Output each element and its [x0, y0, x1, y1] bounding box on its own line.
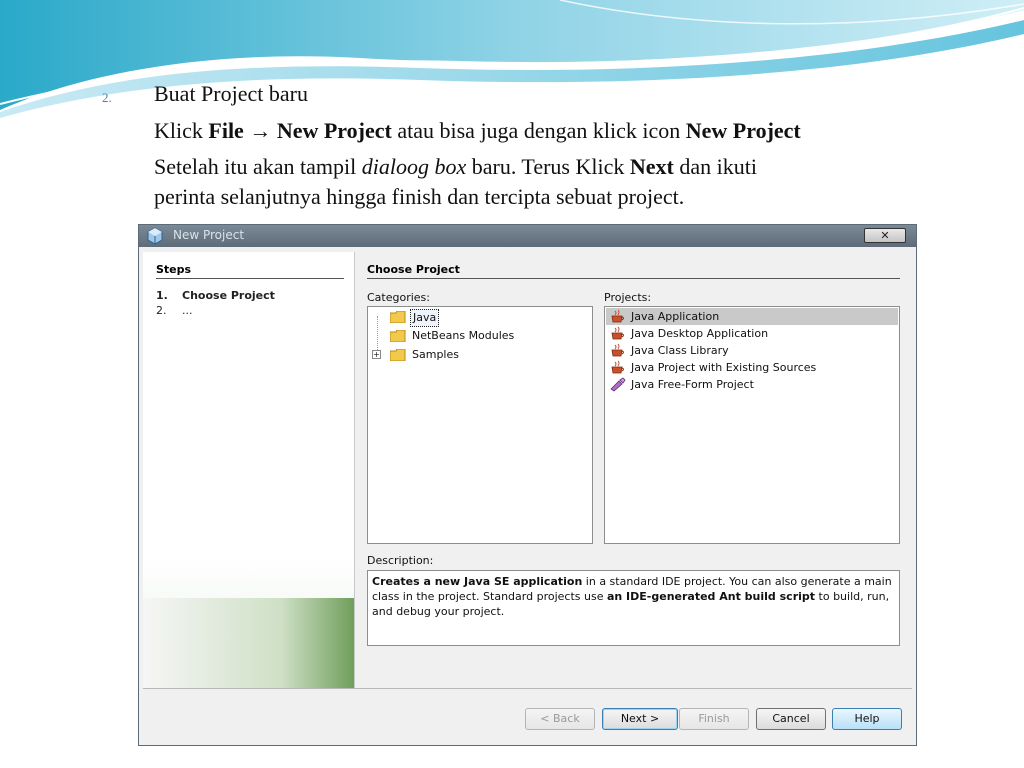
text-dialoog-box: dialoog box [361, 154, 467, 179]
project-item-label: Java Desktop Application [631, 327, 769, 340]
text-setelah: Setelah itu akan tampil [154, 154, 362, 179]
finish-button[interactable]: Finish [679, 708, 749, 730]
slide-line-3: Setelah itu akan tampil dialoog box baru… [154, 153, 757, 181]
slide-line-2: Klick File → New Project atau bisa juga … [154, 117, 801, 145]
text-next: Next [629, 154, 674, 179]
tree-item-label: Samples [412, 348, 459, 361]
project-item-label: Java Project with Existing Sources [631, 361, 817, 374]
tree-item-samples[interactable]: + Samples [368, 346, 588, 364]
choose-project-panel: Choose Project Categories: Projects: Jav… [355, 252, 912, 688]
coffee-cup-icon [611, 343, 624, 357]
text-baru: baru. Terus Klick [466, 154, 630, 179]
dialog-titlebar[interactable]: New Project ✕ [139, 225, 916, 247]
step-label: ... [182, 304, 193, 317]
folder-icon [390, 349, 406, 361]
tree-item-java[interactable]: Java [368, 308, 588, 327]
steps-panel: Steps 1. Choose Project 2.... [143, 252, 355, 688]
text-middle: atau bisa juga dengan klick icon [391, 118, 686, 143]
projects-label: Projects: [604, 291, 652, 304]
netbeans-cube-icon [147, 227, 163, 245]
help-button[interactable]: Help [832, 708, 902, 730]
step-item: 2.... [156, 304, 193, 317]
description-bold-2: an IDE-generated Ant build script [606, 590, 816, 603]
coffee-cup-icon [611, 360, 624, 374]
text-file: File [208, 118, 244, 143]
expand-icon[interactable]: + [372, 350, 381, 359]
categories-tree[interactable]: Java NetBeans Modules + Samples [367, 306, 593, 544]
project-item-java-existing-sources[interactable]: Java Project with Existing Sources [606, 359, 898, 376]
description-box: Creates a new Java SE application in a s… [367, 570, 900, 646]
text-new-project: New Project [276, 118, 392, 143]
project-item-java-free-form[interactable]: Java Free-Form Project [606, 376, 898, 393]
coffee-cup-icon [611, 309, 624, 323]
step-number: 2. [156, 304, 167, 317]
tree-item-label: Java [410, 309, 440, 327]
freeform-project-icon [610, 377, 626, 392]
bullet-number: 2. [102, 90, 112, 105]
steps-panel-decoration [143, 598, 354, 688]
step-item: 1. Choose Project [156, 289, 275, 302]
description-label: Description: [367, 554, 434, 567]
step-number: 1. [156, 289, 168, 302]
back-button[interactable]: < Back [525, 708, 595, 730]
step-label: Choose Project [182, 289, 275, 302]
close-button[interactable]: ✕ [864, 228, 906, 243]
project-item-label: Java Class Library [631, 344, 729, 357]
text-new-project-icon: New Project [685, 118, 801, 143]
project-item-label: Java Free-Form Project [631, 378, 754, 391]
folder-icon [390, 311, 406, 323]
choose-project-title: Choose Project [367, 263, 460, 276]
steps-divider [156, 278, 344, 279]
new-project-dialog: New Project ✕ Steps 1. Choose Project 2..… [138, 224, 917, 746]
projects-list[interactable]: Java Application Java Desktop Applicatio… [604, 306, 900, 544]
project-item-java-desktop-application[interactable]: Java Desktop Application [606, 325, 898, 342]
description-bold-1: Creates a new Java SE application [372, 575, 583, 588]
choose-project-divider [367, 278, 900, 279]
project-item-java-application[interactable]: Java Application [606, 308, 898, 325]
text-dan-ikuti: dan ikuti [673, 154, 757, 179]
steps-title: Steps [156, 263, 192, 276]
arrow-glyph: → [249, 118, 272, 143]
slide-line-4: perinta selanjutnya hingga finish dan te… [154, 184, 685, 209]
project-item-label: Java Application [631, 310, 720, 323]
tree-item-label: NetBeans Modules [412, 329, 515, 342]
project-item-java-class-library[interactable]: Java Class Library [606, 342, 898, 359]
tree-item-netbeans-modules[interactable]: NetBeans Modules [368, 327, 588, 345]
coffee-cup-icon [611, 326, 624, 340]
slide-line-1: Buat Project baru [154, 81, 308, 106]
dialog-title: New Project [173, 228, 245, 242]
footer-divider [143, 688, 912, 689]
categories-label: Categories: [367, 291, 430, 304]
folder-icon [390, 330, 406, 342]
cancel-button[interactable]: Cancel [756, 708, 826, 730]
next-button[interactable]: Next > [602, 708, 678, 730]
text-klick: Klick [154, 118, 209, 143]
